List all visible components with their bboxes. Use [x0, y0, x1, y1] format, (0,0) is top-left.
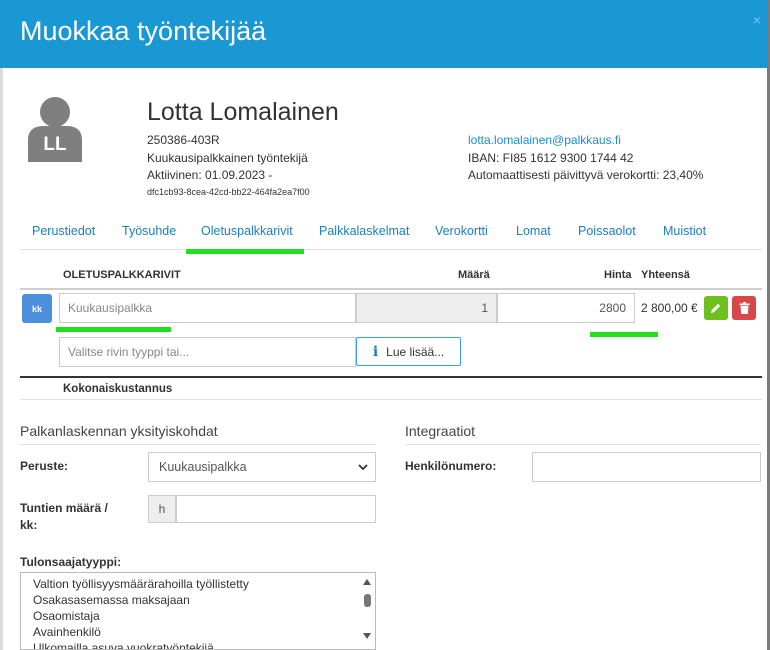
tab-verokortti[interactable]: Verokortti	[435, 224, 488, 238]
total-cost-row: Kokonaiskustannus	[20, 376, 762, 400]
employee-type: Kuukausipalkkainen työntekijä	[147, 151, 308, 165]
new-row-type-input[interactable]	[59, 337, 356, 367]
income-type-option[interactable]: Osaomistaja	[33, 609, 100, 623]
basis-label: Peruste:	[20, 459, 69, 473]
header-title: OLETUSPALKKARIVIT	[63, 269, 181, 281]
close-icon[interactable]: ×	[753, 12, 761, 28]
edit-row-button[interactable]	[704, 296, 728, 320]
row-amount-input[interactable]	[356, 293, 497, 323]
scroll-down-icon	[363, 633, 371, 639]
avatar: LL	[26, 96, 84, 162]
hours-unit: h	[148, 495, 176, 523]
modal-title: Muokkaa työntekijää	[20, 16, 267, 46]
basis-select[interactable]: Kuukausipalkka	[148, 452, 376, 482]
header-amount: Määrä	[458, 269, 490, 281]
edit-employee-modal: Muokkaa työntekijää × LL Lotta Lomalaine…	[0, 0, 767, 650]
header-total: Yhteensä	[641, 269, 690, 281]
integrations-section-title: Integraatiot	[405, 423, 476, 439]
tab-bar: Perustiedot Työsuhde Oletuspalkkarivit P…	[20, 216, 762, 250]
pencil-icon	[711, 303, 721, 313]
tab-muistiot[interactable]: Muistiot	[663, 224, 706, 238]
income-type-option[interactable]: Valtion työllisyysmäärärahoilla työllist…	[33, 577, 249, 591]
income-type-label: Tulonsaajatyyppi:	[20, 555, 122, 569]
tab-palkkalaskelmat[interactable]: Palkkalaskelmat	[319, 224, 409, 238]
details-section-rule	[20, 444, 376, 445]
hours-input[interactable]	[176, 495, 376, 523]
employee-taxcard: Automaattisesti päivittyvä verokortti: 2…	[468, 168, 704, 182]
scrollbar-thumb[interactable]	[364, 594, 371, 607]
employee-id: 250386-403R	[147, 133, 220, 147]
income-type-option[interactable]: Avainhenkilö	[33, 625, 101, 639]
tab-oletuspalkkarivit[interactable]: Oletuspalkkarivit	[201, 224, 293, 238]
trash-icon	[739, 302, 749, 314]
row-type-badge[interactable]: kk	[22, 294, 52, 323]
tab-perustiedot[interactable]: Perustiedot	[32, 224, 95, 238]
employee-active: Aktiivinen: 01.09.2023 -	[147, 168, 273, 182]
tab-lomat[interactable]: Lomat	[516, 224, 551, 238]
hours-label: Tuntien määrä / kk:	[20, 501, 108, 532]
row-price-input[interactable]	[497, 293, 635, 323]
row-description-input[interactable]	[59, 293, 356, 323]
header-price: Hinta	[604, 269, 632, 281]
employee-uuid: dfc1cb93-8cea-42cd-bb22-464fa2ea7f00	[147, 187, 310, 197]
avatar-initials: LL	[43, 134, 67, 155]
row-total: 2 800,00 €	[641, 301, 698, 315]
income-type-option[interactable]: Ulkomailla asuva vuokratyöntekijä	[33, 641, 214, 649]
description-highlight	[56, 327, 171, 332]
person-number-input[interactable]	[532, 452, 761, 482]
employee-email-link[interactable]: lotta.lomalainen@palkkaus.fi	[468, 133, 621, 147]
income-type-option[interactable]: Osakasasemassa maksajaan	[33, 593, 190, 607]
read-more-label: Lue lisää...	[386, 344, 445, 359]
salary-table-header: OLETUSPALKKARIVIT Määrä Hinta Yhteensä	[20, 260, 762, 290]
left-border	[0, 68, 3, 650]
modal-header: Muokkaa työntekijää ×	[0, 0, 767, 68]
integrations-section-rule	[405, 444, 761, 445]
income-type-listbox[interactable]: Valtion työllisyysmäärärahoilla työllist…	[20, 572, 376, 650]
info-icon: i	[372, 343, 379, 360]
scroll-up-icon	[363, 579, 371, 585]
employee-iban: IBAN: FI85 1612 9300 1744 42	[468, 151, 634, 165]
delete-row-button[interactable]	[732, 296, 756, 320]
read-more-button[interactable]: i Lue lisää...	[356, 337, 461, 366]
tab-poissaolot[interactable]: Poissaolot	[578, 224, 636, 238]
total-cost-label: Kokonaiskustannus	[63, 383, 173, 395]
tab-tyosuhde[interactable]: Työsuhde	[122, 224, 176, 238]
active-tab-highlight	[186, 249, 304, 254]
chevron-down-icon	[358, 464, 368, 471]
details-section-title: Palkanlaskennan yksityiskohdat	[20, 423, 218, 439]
basis-select-value: Kuukausipalkka	[159, 460, 247, 474]
price-highlight	[590, 332, 658, 337]
person-number-label: Henkilönumero:	[405, 459, 497, 473]
employee-name: Lotta Lomalainen	[147, 98, 339, 126]
